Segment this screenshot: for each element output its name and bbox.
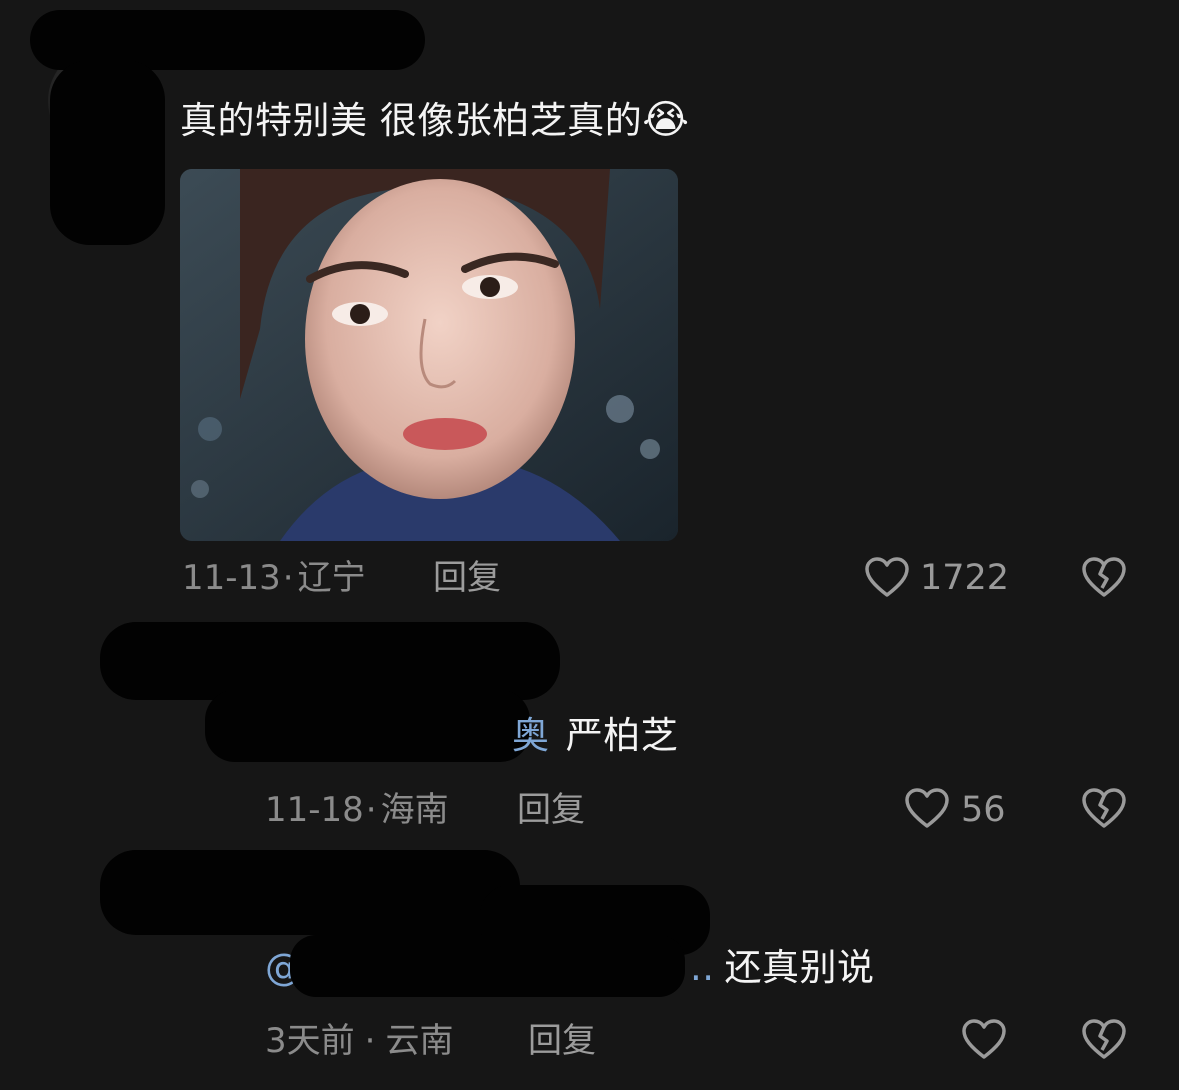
reply-button[interactable]: 回复 — [433, 558, 501, 598]
comment-date: 11-18 — [265, 790, 364, 830]
meta-separator: · — [364, 1021, 376, 1061]
comment-text-3b: .. 还真别说 — [690, 944, 875, 992]
redacted-username — [100, 850, 520, 935]
heart-outline-icon[interactable] — [864, 556, 910, 598]
meta-separator: · — [282, 558, 294, 598]
comment-location: 海南 — [380, 790, 449, 830]
broken-heart-icon[interactable] — [1081, 787, 1127, 829]
broken-heart-icon[interactable] — [1081, 1018, 1127, 1060]
comment-body: 真的特别美 很像张柏芝真的 — [180, 99, 643, 142]
reply-button[interactable]: 回复 — [517, 790, 585, 830]
heart-outline-icon[interactable] — [904, 787, 950, 829]
reply-button[interactable]: 回复 — [528, 1021, 596, 1061]
comment-date: 11-13 — [182, 558, 281, 598]
mention-tail[interactable]: .. — [690, 946, 715, 989]
meta-separator: · — [365, 790, 377, 830]
comment-image[interactable] — [180, 169, 678, 541]
heart-outline-icon[interactable] — [961, 1018, 1007, 1060]
comment-meta-1: 11-13· 辽宁 — [182, 558, 366, 598]
comment-body: 还真别说 — [724, 946, 875, 989]
comment-text-1: 真的特别美 很像张柏芝真的😭 — [180, 96, 690, 145]
redacted-mention — [290, 935, 685, 997]
comment-body: 严柏芝 — [565, 714, 679, 757]
comment-meta-3: 3天前 · 云南 — [265, 1021, 453, 1061]
comment-location: 云南 — [385, 1021, 454, 1061]
redacted-avatar-area — [50, 60, 165, 245]
comment-text-2: 奥 严柏芝 — [512, 712, 678, 760]
like-count: 1722 — [920, 558, 1010, 598]
loudly-crying-emoji-icon: 😭 — [642, 97, 690, 143]
redacted-mention — [205, 690, 530, 762]
comment-location: 辽宁 — [297, 558, 366, 598]
comment-date: 3天前 — [265, 1021, 355, 1061]
comment-meta-2: 11-18· 海南 — [265, 790, 449, 830]
portrait-image — [180, 169, 678, 541]
mention-tail[interactable]: 奥 — [512, 714, 550, 757]
redacted-username — [100, 622, 560, 700]
like-count: 56 — [961, 790, 1006, 830]
broken-heart-icon[interactable] — [1081, 556, 1127, 598]
